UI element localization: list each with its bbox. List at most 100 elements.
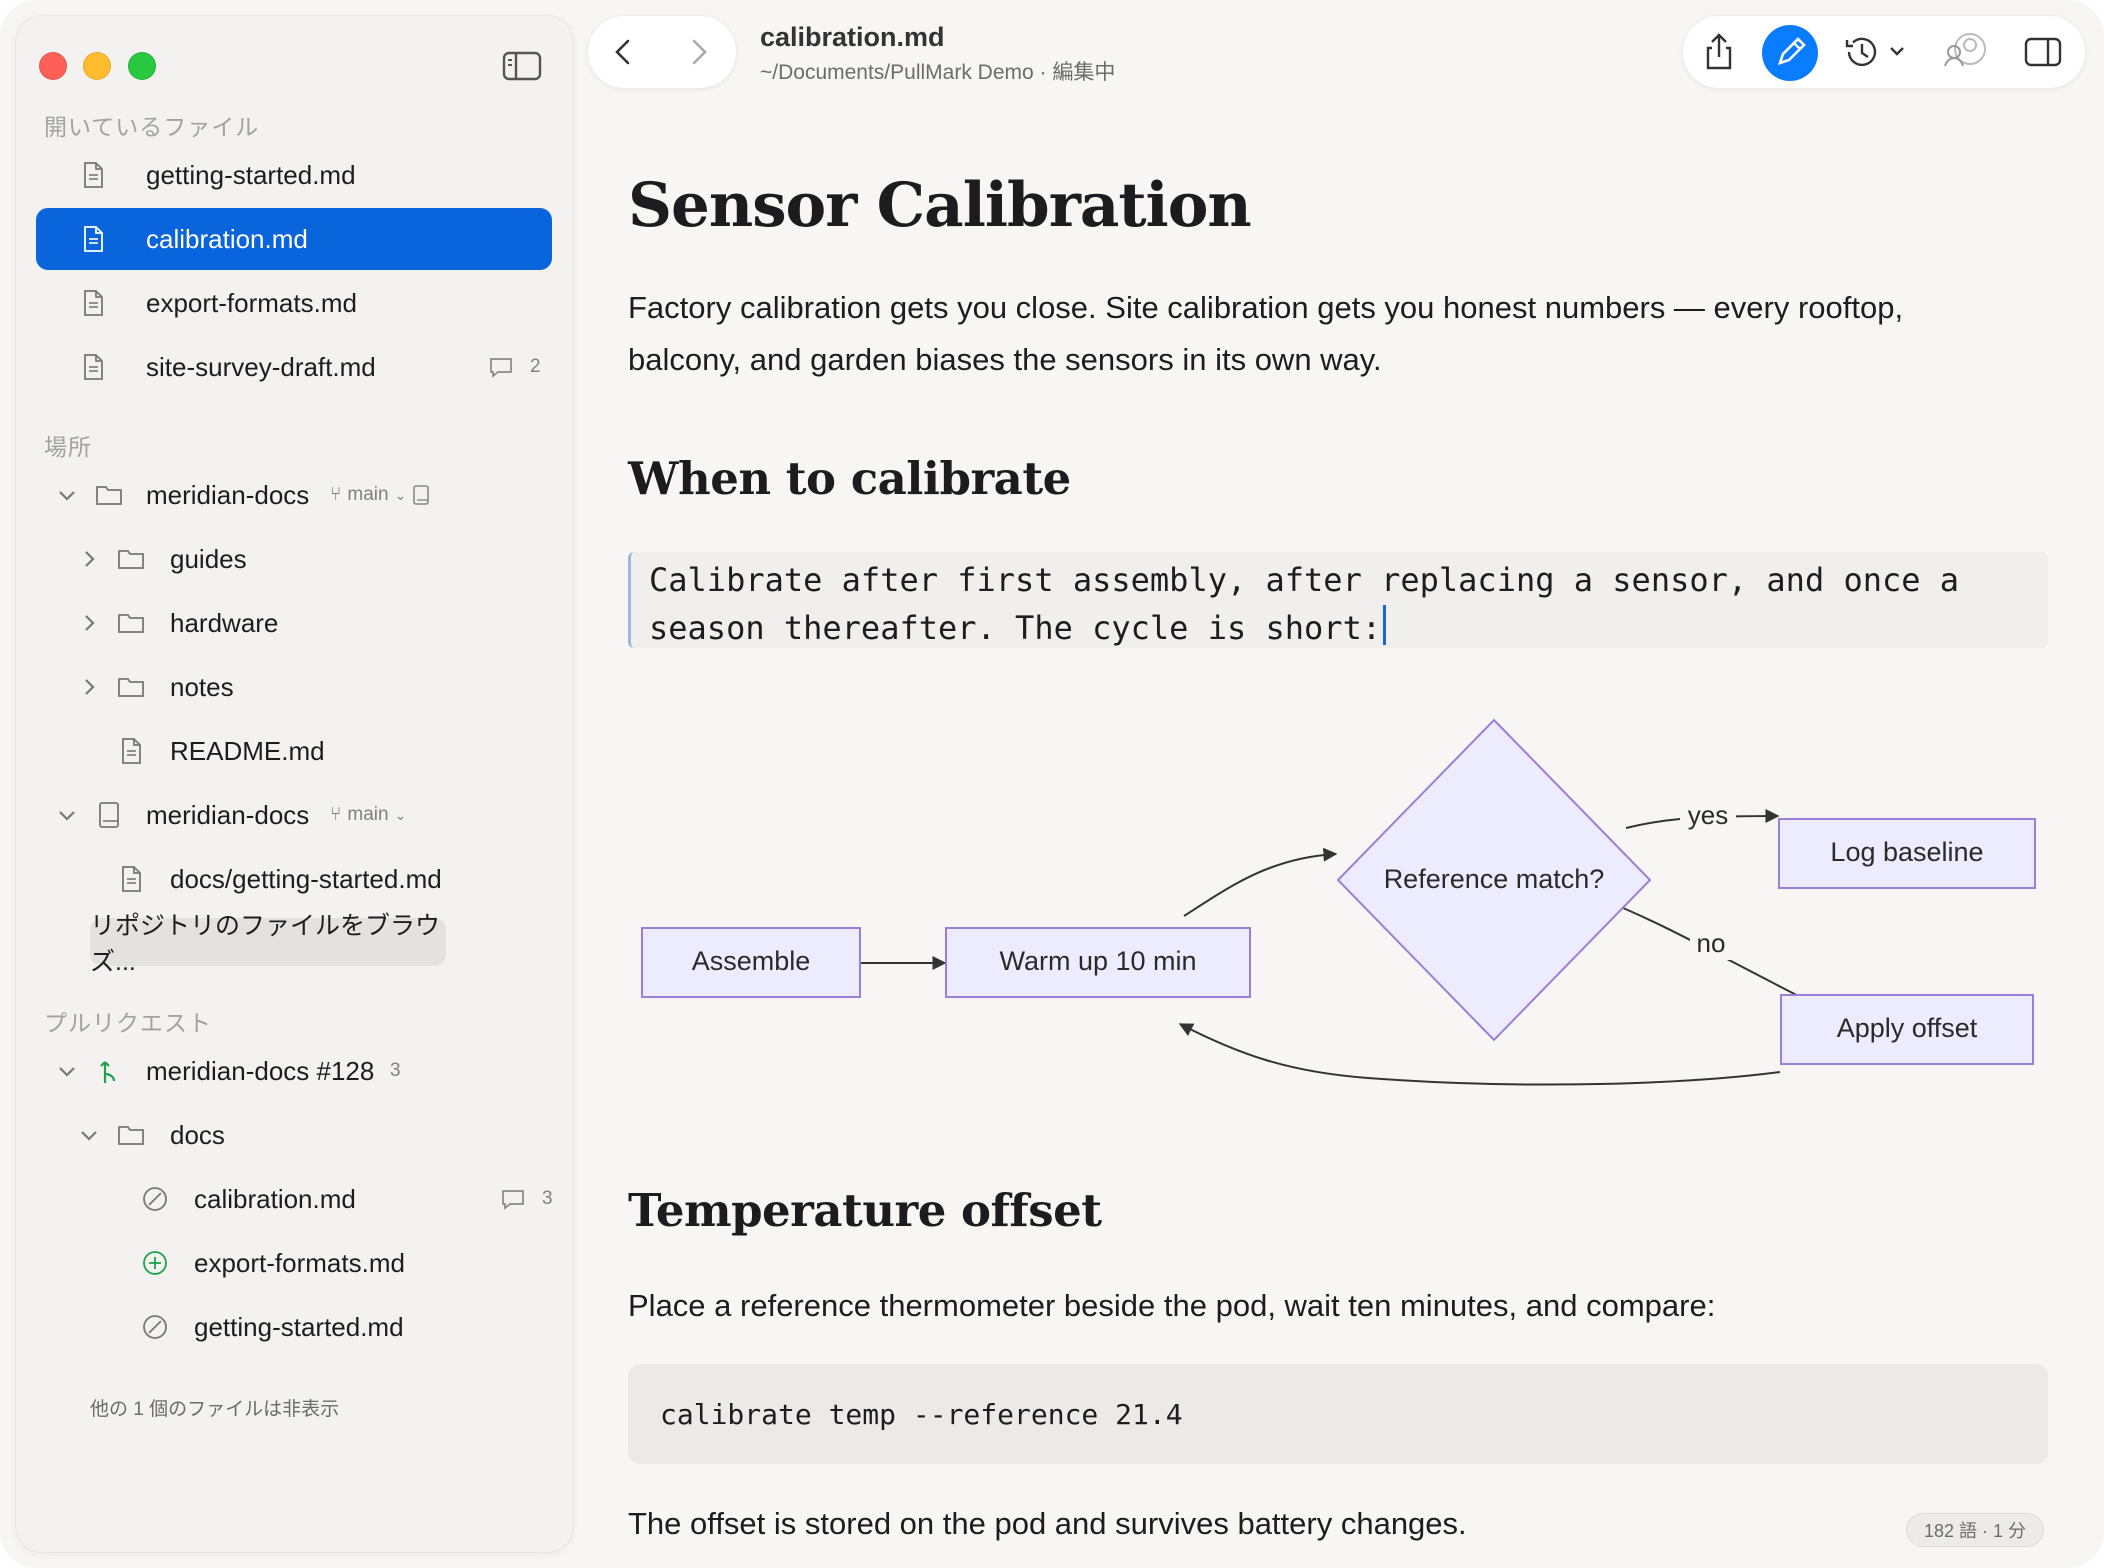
zoom-window-button[interactable] xyxy=(128,52,156,80)
branch-name: main xyxy=(347,484,389,505)
toolbar-actions xyxy=(1683,16,2085,88)
pull-request-label: meridian-docs #128 xyxy=(146,1055,375,1086)
comment-count: 3 xyxy=(542,1188,553,1209)
edge-label-yes: yes xyxy=(1688,800,1728,830)
tree-folder-item[interactable]: hardware xyxy=(36,592,552,654)
chevron-right-icon[interactable] xyxy=(78,612,100,634)
chevron-down-icon[interactable] xyxy=(56,804,78,826)
pull-requests-header: プルリクエスト xyxy=(44,1010,212,1036)
added-status-icon xyxy=(143,1251,167,1275)
branch-indicator[interactable]: ⑂ main ⌄ xyxy=(330,804,406,826)
open-file-item[interactable]: site-survey-draft.md 2 xyxy=(36,336,552,398)
pull-request-item[interactable]: meridian-docs #128 3 xyxy=(36,1040,552,1102)
forward-icon[interactable] xyxy=(682,36,714,68)
open-file-label: calibration.md xyxy=(146,223,308,254)
edge-apply-warmup xyxy=(1178,1023,1781,1086)
minimize-window-button[interactable] xyxy=(83,52,111,80)
node-reference-label: Reference match? xyxy=(1384,864,1605,894)
open-file-item[interactable]: export-formats.md xyxy=(36,272,552,334)
tree-item-label: guides xyxy=(170,543,247,574)
pull-request-count: 3 xyxy=(390,1060,401,1081)
quote-line: Calibrate after first assembly, after re… xyxy=(649,561,1960,599)
book-icon xyxy=(99,802,119,828)
repo-item[interactable]: meridian-docs ⑂ main ⌄ xyxy=(36,784,552,846)
node-apply-offset-label: Apply offset xyxy=(1837,1013,1978,1043)
file-icon xyxy=(84,354,103,380)
pr-file-item[interactable]: calibration.md 3 xyxy=(36,1168,553,1230)
repo-label: meridian-docs xyxy=(146,799,310,830)
tree-file-item[interactable]: README.md xyxy=(36,720,552,782)
node-warmup-label: Warm up 10 min xyxy=(999,946,1196,976)
collaborators-icon[interactable] xyxy=(1943,32,1989,72)
branch-icon: ⑂ xyxy=(330,484,342,505)
file-icon xyxy=(122,866,141,892)
open-file-item-selected[interactable]: calibration.md xyxy=(36,208,552,270)
chevron-down-icon: ⌄ xyxy=(394,806,407,823)
open-file-label: export-formats.md xyxy=(146,287,357,318)
tree-item-label: README.md xyxy=(170,735,325,766)
edit-mode-button[interactable] xyxy=(1762,25,1818,81)
folder-icon xyxy=(96,486,122,505)
edge-label-no: no xyxy=(1697,928,1726,958)
browse-repo-files-button[interactable]: リポジトリのファイルをブラウズ... xyxy=(90,912,446,976)
tree-folder-item[interactable]: notes xyxy=(36,656,552,718)
tree-file-item[interactable]: docs/getting-started.md xyxy=(36,848,552,910)
chevron-right-icon[interactable] xyxy=(78,676,100,698)
intro-paragraph-line: Factory calibration gets you close. Site… xyxy=(628,290,1904,325)
close-window-button[interactable] xyxy=(39,52,67,80)
folder-icon xyxy=(118,1126,144,1145)
app-window: 開いているファイル getting-started.md calibration… xyxy=(0,0,2104,1568)
chevron-right-icon[interactable] xyxy=(78,548,100,570)
comment-count: 2 xyxy=(530,356,541,377)
pull-request-icon xyxy=(100,1061,116,1083)
sidebar-toggle-icon[interactable] xyxy=(502,50,542,82)
heading-1: Sensor Calibration xyxy=(628,170,1252,241)
branch-icon: ⑂ xyxy=(330,804,342,825)
back-icon[interactable] xyxy=(608,36,640,68)
paragraph: The offset is stored on the pod and surv… xyxy=(628,1506,1467,1541)
editing-blockquote[interactable]: Calibrate after first assembly, after re… xyxy=(628,552,2048,648)
open-files-header: 開いているファイル xyxy=(44,114,260,140)
quote-line-with-caret: season thereafter. The cycle is short: xyxy=(649,604,2048,652)
quote-line: season thereafter. The cycle is short: xyxy=(649,609,1382,647)
navigation-controls xyxy=(588,16,736,88)
repo-item[interactable]: meridian-docs ⑂ main ⌄ xyxy=(36,464,552,526)
modified-status-icon xyxy=(143,1315,167,1339)
tree-folder-item[interactable]: guides xyxy=(36,528,552,590)
pr-file-item[interactable]: export-formats.md xyxy=(36,1232,552,1294)
intro-paragraph-line: balcony, and garden biases the sensors i… xyxy=(628,342,1382,377)
branch-indicator[interactable]: ⑂ main ⌄ xyxy=(330,484,430,506)
pr-file-label: calibration.md xyxy=(194,1183,356,1214)
share-icon[interactable] xyxy=(1699,32,1739,72)
modified-status-icon xyxy=(143,1187,167,1211)
places-header: 場所 xyxy=(44,434,92,460)
pr-file-label: export-formats.md xyxy=(194,1247,405,1278)
hidden-files-note[interactable]: 他の 1 個のファイルは非表示 xyxy=(90,1394,339,1421)
folder-icon xyxy=(118,550,144,569)
inspector-icon[interactable] xyxy=(2023,32,2063,72)
node-assemble-label: Assemble xyxy=(692,946,811,976)
tree-item-label: hardware xyxy=(170,607,279,638)
chevron-down-icon[interactable] xyxy=(78,1124,100,1146)
chevron-down-icon: ⌄ xyxy=(394,486,407,503)
edge-warmup-reference xyxy=(1183,847,1338,917)
folder-icon xyxy=(118,614,144,633)
open-file-label: getting-started.md xyxy=(146,159,356,190)
open-file-item[interactable]: getting-started.md xyxy=(36,144,552,206)
chevron-down-icon[interactable] xyxy=(56,1060,78,1082)
chevron-down-icon[interactable] xyxy=(56,484,78,506)
tree-folder-item[interactable]: docs xyxy=(36,1104,552,1166)
tree-item-label: docs xyxy=(170,1119,225,1150)
branch-name: main xyxy=(347,804,389,825)
comment-icon xyxy=(490,358,512,378)
history-icon[interactable] xyxy=(1841,32,1911,72)
node-log-baseline-label: Log baseline xyxy=(1830,837,1983,867)
pencil-icon xyxy=(1777,37,1806,66)
code-block[interactable]: calibrate temp --reference 21.4 xyxy=(628,1364,2048,1464)
word-count-badge: 182 語 · 1 分 xyxy=(1906,1513,2045,1547)
pr-file-item[interactable]: getting-started.md xyxy=(36,1296,552,1358)
file-icon xyxy=(84,290,103,316)
folder-icon xyxy=(118,678,144,697)
tree-item-label: docs/getting-started.md xyxy=(170,863,442,894)
comment-icon xyxy=(502,1190,524,1210)
